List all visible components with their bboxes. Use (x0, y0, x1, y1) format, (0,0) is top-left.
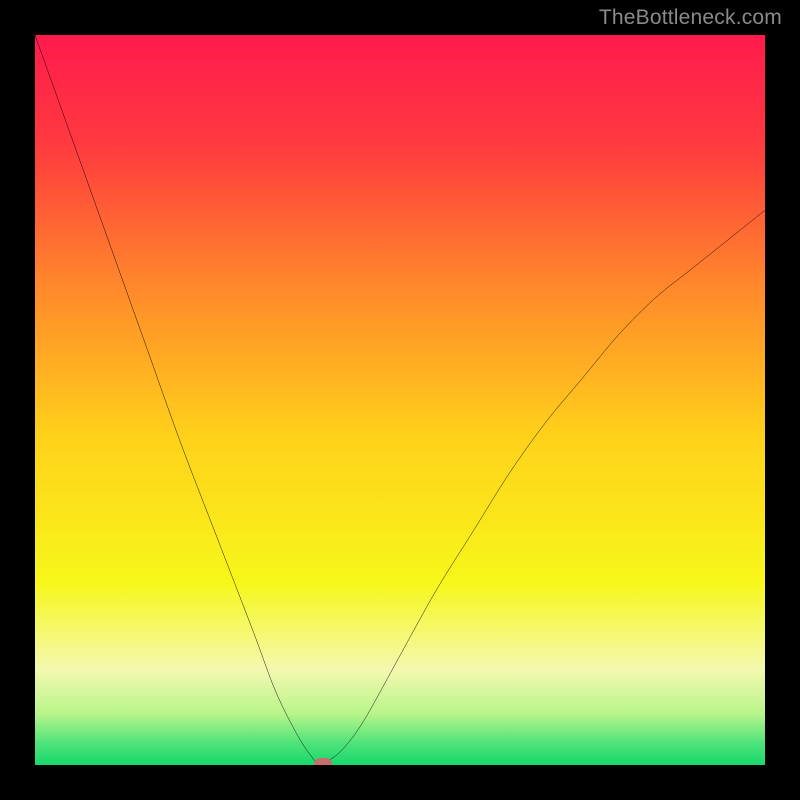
watermark-text: TheBottleneck.com (599, 6, 782, 30)
bottleneck-curve (35, 35, 765, 765)
chart-frame: TheBottleneck.com (0, 0, 800, 800)
plot-area (35, 35, 765, 765)
optimal-point-marker (314, 758, 332, 765)
